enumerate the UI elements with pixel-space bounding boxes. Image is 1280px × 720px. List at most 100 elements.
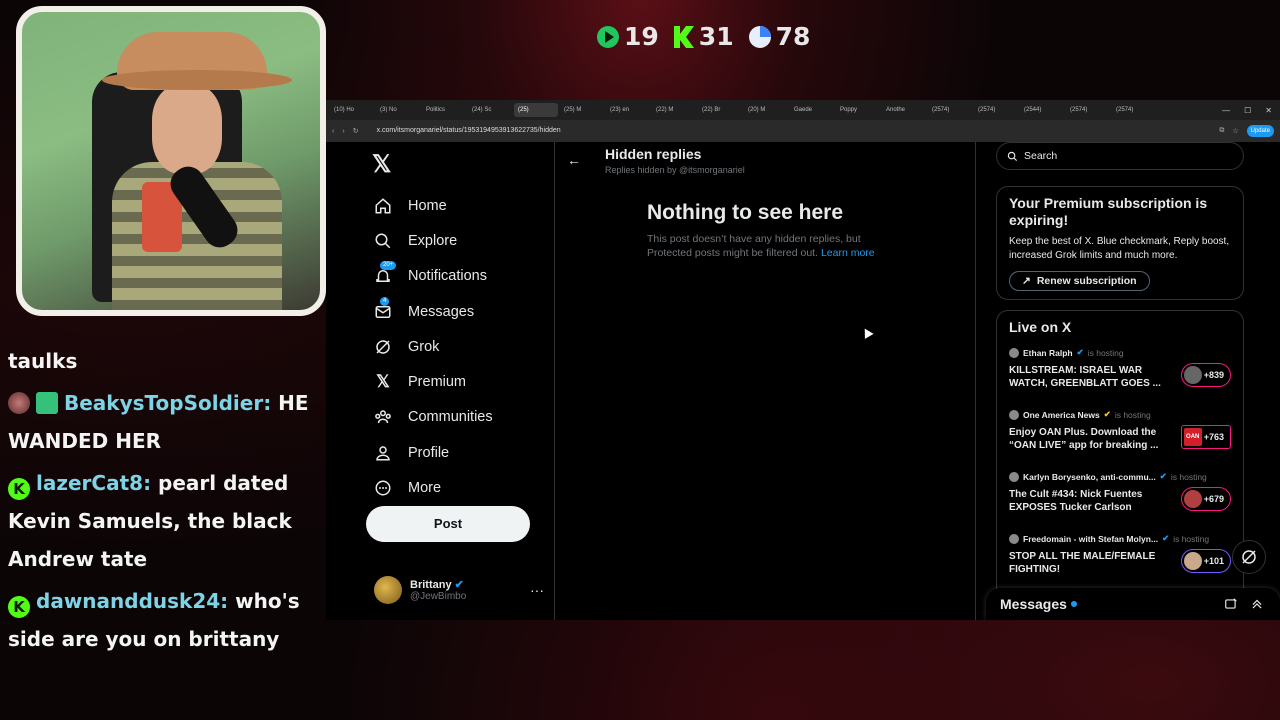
browser-tab[interactable]: (22) M <box>652 103 696 117</box>
youtube-count: 19 <box>624 22 659 51</box>
nav-label: Premium <box>408 374 467 391</box>
browser-tab-active[interactable]: (25) <box>514 103 558 117</box>
browser-tab[interactable]: (24) Sc <box>468 103 512 117</box>
other-count: 78 <box>775 22 811 51</box>
browser-tab[interactable]: (10) Ho <box>330 103 374 117</box>
listener-pill: OAN +763 <box>1180 425 1231 449</box>
nav-notifications[interactable]: 20+ Notifications <box>372 259 493 294</box>
compose-message-icon[interactable] <box>1224 597 1238 611</box>
bookmark-icon[interactable]: ☆ <box>1232 127 1238 135</box>
nav-premium[interactable]: 𝕏 Premium <box>372 364 493 399</box>
chat-username: BeakysTopSoldier: <box>64 391 272 415</box>
back-arrow-icon[interactable]: ← <box>567 152 581 168</box>
host-avatar <box>1009 533 1019 544</box>
page-title: Hidden replies <box>605 146 702 162</box>
host-name: Karlyn Borysenko, anti-commu... <box>1023 471 1156 482</box>
primary-nav: Home Explore 20+ Notifications 4 Message… <box>372 188 493 506</box>
update-button[interactable]: Update <box>1246 125 1274 137</box>
x-logo-icon[interactable]: 𝕏 <box>372 150 391 179</box>
chat-message: KlazerCat8: pearl dated Kevin Samuels, t… <box>8 471 292 571</box>
browser-tab[interactable]: (23) en <box>606 103 650 117</box>
play-icon <box>597 25 619 48</box>
close-icon[interactable]: ✕ <box>1265 106 1272 115</box>
nav-explore[interactable]: Explore <box>372 223 493 258</box>
arrow-up-right-icon: ↗ <box>1022 275 1031 287</box>
learn-more-link[interactable]: Learn more <box>821 247 875 259</box>
chat-message: taulks <box>8 349 78 373</box>
browser-tab[interactable]: (2544) <box>1020 103 1064 117</box>
back-nav-icon[interactable]: ‹ <box>332 128 334 135</box>
bell-icon: 20+ <box>372 261 397 287</box>
main-column: ← Hidden replies Replies hidden by @itsm… <box>554 142 976 620</box>
premium-title: Your Premium subscription is expiring! <box>1009 195 1208 228</box>
browser-tab[interactable]: (22) Br <box>698 103 742 117</box>
account-name: Brittany <box>410 579 452 591</box>
nav-home[interactable]: Home <box>372 188 493 223</box>
nav-label: Profile <box>408 444 450 461</box>
verified-badge-icon: ✔ <box>454 579 464 591</box>
x-left-nav: 𝕏 Home Explore 20+ Notifications 4 Messa… <box>326 142 554 620</box>
live-item[interactable]: Ethan Ralph ✔ is hosting KILLSTREAM: ISRAE… <box>1009 347 1231 397</box>
nav-messages[interactable]: 4 Messages <box>372 294 493 329</box>
expand-up-icon[interactable] <box>1250 597 1264 611</box>
nav-label: Home <box>408 197 447 214</box>
browser-tab[interactable]: (20) M <box>744 103 788 117</box>
reload-icon[interactable]: ↻ <box>353 127 359 135</box>
live-on-x-panel: Live on X Ethan Ralph ✔ is hosting KILLSTR… <box>996 310 1244 620</box>
messages-drawer[interactable]: Messages <box>986 588 1280 620</box>
browser-tab[interactable]: (2574) <box>1066 103 1110 117</box>
browser-tab[interactable]: (25) M <box>560 103 604 117</box>
browser-tab[interactable]: (2574) <box>928 103 972 117</box>
nav-more[interactable]: More <box>372 470 493 505</box>
account-switcher[interactable]: Brittany ✔ @JewBimbo ··· <box>374 576 544 604</box>
address-bar: ‹ › ↻ x.com/itsmorganariel/status/195319… <box>326 120 1280 142</box>
browser-tab[interactable]: Poppy <box>836 103 880 117</box>
more-dots-icon[interactable]: ··· <box>530 582 544 598</box>
premium-body: Keep the best of X. Blue checkmark, Repl… <box>1009 236 1230 261</box>
live-item[interactable]: One America News ✔ is hosting Enjoy OAN Pl… <box>1009 409 1231 459</box>
chat-message: BeakysTopSoldier: HE WANDED HER <box>8 391 309 453</box>
search-input[interactable]: Search <box>996 142 1244 170</box>
live-item[interactable]: Freedomain - with Stefan Molyn... ✔ is hos… <box>1009 533 1231 583</box>
kick-count: 31 <box>698 22 734 51</box>
verified-badge-icon: ✔ <box>1159 471 1167 481</box>
nav-profile[interactable]: Profile <box>372 435 493 470</box>
notification-badge: 20+ <box>380 261 397 271</box>
browser-tab[interactable]: (3) No <box>376 103 420 117</box>
host-avatar <box>1009 347 1019 358</box>
nav-label: Communities <box>408 409 493 426</box>
extensions-icon[interactable]: ⧉ <box>1219 127 1224 135</box>
verified-badge-icon: ✔ <box>1162 533 1170 543</box>
browser-tab[interactable]: (2574) <box>974 103 1018 117</box>
sword-badge-icon <box>36 392 58 414</box>
host-name: One America News <box>1023 409 1100 420</box>
maximize-icon[interactable]: ☐ <box>1244 106 1251 115</box>
kick-icon <box>673 25 694 48</box>
listener-avatar <box>1183 490 1202 508</box>
browser-tab[interactable]: (2574) <box>1112 103 1156 117</box>
url-field[interactable]: x.com/itsmorganariel/status/195319495391… <box>367 124 1212 138</box>
browser-window: (10) Ho (3) No Politics (24) Sc (25) (25… <box>326 100 1280 620</box>
kick-badge-icon: K <box>8 478 30 500</box>
live-title-text: KILLSTREAM: ISRAEL WAR WATCH, GREENBLATT… <box>1009 365 1161 389</box>
post-button[interactable]: Post <box>366 506 530 542</box>
verified-badge-icon: ✔ <box>1076 347 1084 357</box>
live-item[interactable]: Karlyn Borysenko, anti-commu... ✔ is hosti… <box>1009 471 1231 521</box>
search-placeholder: Search <box>1024 150 1058 162</box>
live-title-text: The Cult #434: Nick Fuentes EXPOSES Tuck… <box>1009 489 1143 513</box>
viewer-stat-other: 78 <box>748 22 811 51</box>
premium-card: Your Premium subscription is expiring! K… <box>996 186 1244 300</box>
browser-tab[interactable]: Gaede <box>790 103 834 117</box>
nav-grok[interactable]: Grok <box>372 329 493 364</box>
nav-communities[interactable]: Communities <box>372 400 493 435</box>
host-name: Freedomain - with Stefan Molyn... <box>1023 533 1159 544</box>
account-handle: @JewBimbo <box>410 591 467 602</box>
listener-pill: +839 <box>1180 363 1231 387</box>
browser-tab[interactable]: Anothe <box>882 103 926 117</box>
minimize-icon[interactable]: — <box>1222 106 1230 115</box>
forward-nav-icon[interactable]: › <box>342 128 344 135</box>
browser-tab[interactable]: Politics <box>422 103 466 117</box>
unread-dot <box>1070 601 1077 607</box>
renew-subscription-button[interactable]: ↗ Renew subscription <box>1009 271 1150 291</box>
grok-floating-button[interactable] <box>1232 540 1266 574</box>
